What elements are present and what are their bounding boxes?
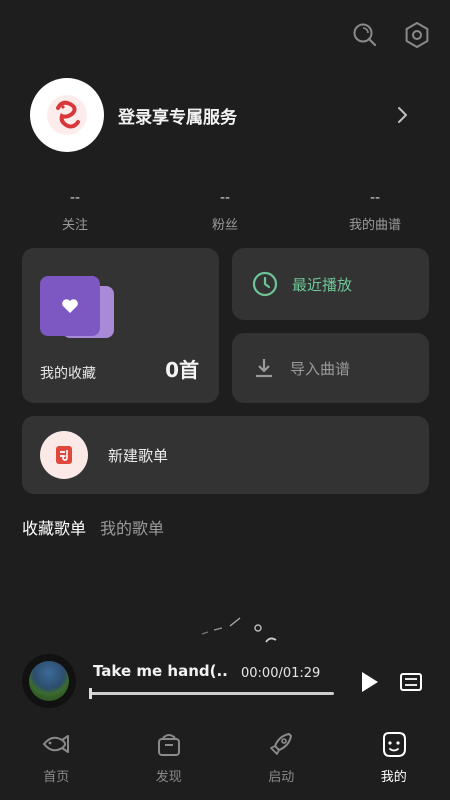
login-prompt: 登录享专属服务	[118, 107, 237, 128]
my-favorites-card[interactable]: 我的收藏 0首	[22, 248, 219, 403]
top-toolbar	[350, 20, 432, 50]
face-icon	[378, 728, 410, 760]
progress-handle[interactable]	[89, 688, 92, 699]
chevron-right-icon	[392, 105, 412, 125]
tab-favorited-playlists[interactable]: 收藏歌单	[22, 515, 86, 539]
nav-label: 我的	[380, 770, 407, 785]
recent-played-card[interactable]: 最近播放	[232, 248, 429, 320]
basket-icon	[153, 728, 185, 760]
tab-my-playlists[interactable]: 我的歌单	[100, 515, 164, 539]
playlist-queue-icon[interactable]	[400, 672, 422, 692]
rocket-icon	[265, 728, 297, 760]
track-time: 00:00/01:29	[241, 666, 321, 681]
login-banner[interactable]: 登录享专属服务	[30, 78, 412, 152]
stat-following[interactable]: -- 关注	[0, 190, 150, 233]
bottom-nav: 首页 发现 启动 我的	[0, 722, 450, 800]
favorites-label: 我的收藏	[40, 366, 96, 382]
loading-indicator	[201, 617, 277, 643]
nav-home[interactable]: 首页	[0, 722, 113, 800]
avatar[interactable]	[30, 78, 104, 152]
track-title: Take me hand(..	[93, 662, 228, 680]
mini-player[interactable]: Take me hand(.. 00:00/01:29	[0, 650, 450, 718]
nav-label: 发现	[155, 770, 182, 785]
favorites-album-icon	[40, 276, 116, 338]
play-icon[interactable]	[358, 670, 380, 694]
gear-icon[interactable]	[402, 20, 432, 50]
stat-value: --	[219, 190, 231, 206]
stat-label: 我的曲谱	[348, 218, 401, 233]
nav-label: 启动	[268, 770, 295, 785]
stats-row: -- 关注 -- 粉丝 -- 我的曲谱	[0, 190, 450, 233]
stat-followers[interactable]: -- 粉丝	[150, 190, 300, 233]
favorites-count: 0首	[165, 358, 199, 382]
nav-discover[interactable]: 发现	[113, 722, 226, 800]
import-score-card[interactable]: 导入曲谱	[232, 333, 429, 403]
stat-value: --	[69, 190, 81, 206]
recent-played-label: 最近播放	[292, 275, 353, 294]
stat-value: --	[369, 190, 381, 206]
playlist-add-icon	[40, 431, 88, 479]
progress-bar[interactable]	[89, 688, 334, 699]
nav-mine[interactable]: 我的	[338, 722, 450, 800]
stat-label: 粉丝	[211, 218, 238, 233]
new-playlist-card[interactable]: 新建歌单	[22, 416, 429, 494]
clock-icon	[252, 271, 278, 297]
nav-launch[interactable]: 启动	[225, 722, 338, 800]
nav-label: 首页	[43, 770, 70, 785]
heart-icon	[62, 299, 78, 313]
album-cover[interactable]	[22, 654, 76, 708]
playlist-tabs: 收藏歌单 我的歌单	[22, 515, 164, 539]
search-icon[interactable]	[350, 20, 380, 50]
import-score-label: 导入曲谱	[290, 359, 351, 378]
download-icon	[256, 359, 272, 378]
stat-label: 关注	[61, 218, 88, 233]
app-logo-icon	[47, 95, 87, 135]
new-playlist-label: 新建歌单	[108, 446, 169, 465]
stat-my-scores[interactable]: -- 我的曲谱	[300, 190, 450, 233]
fish-icon	[40, 728, 72, 760]
